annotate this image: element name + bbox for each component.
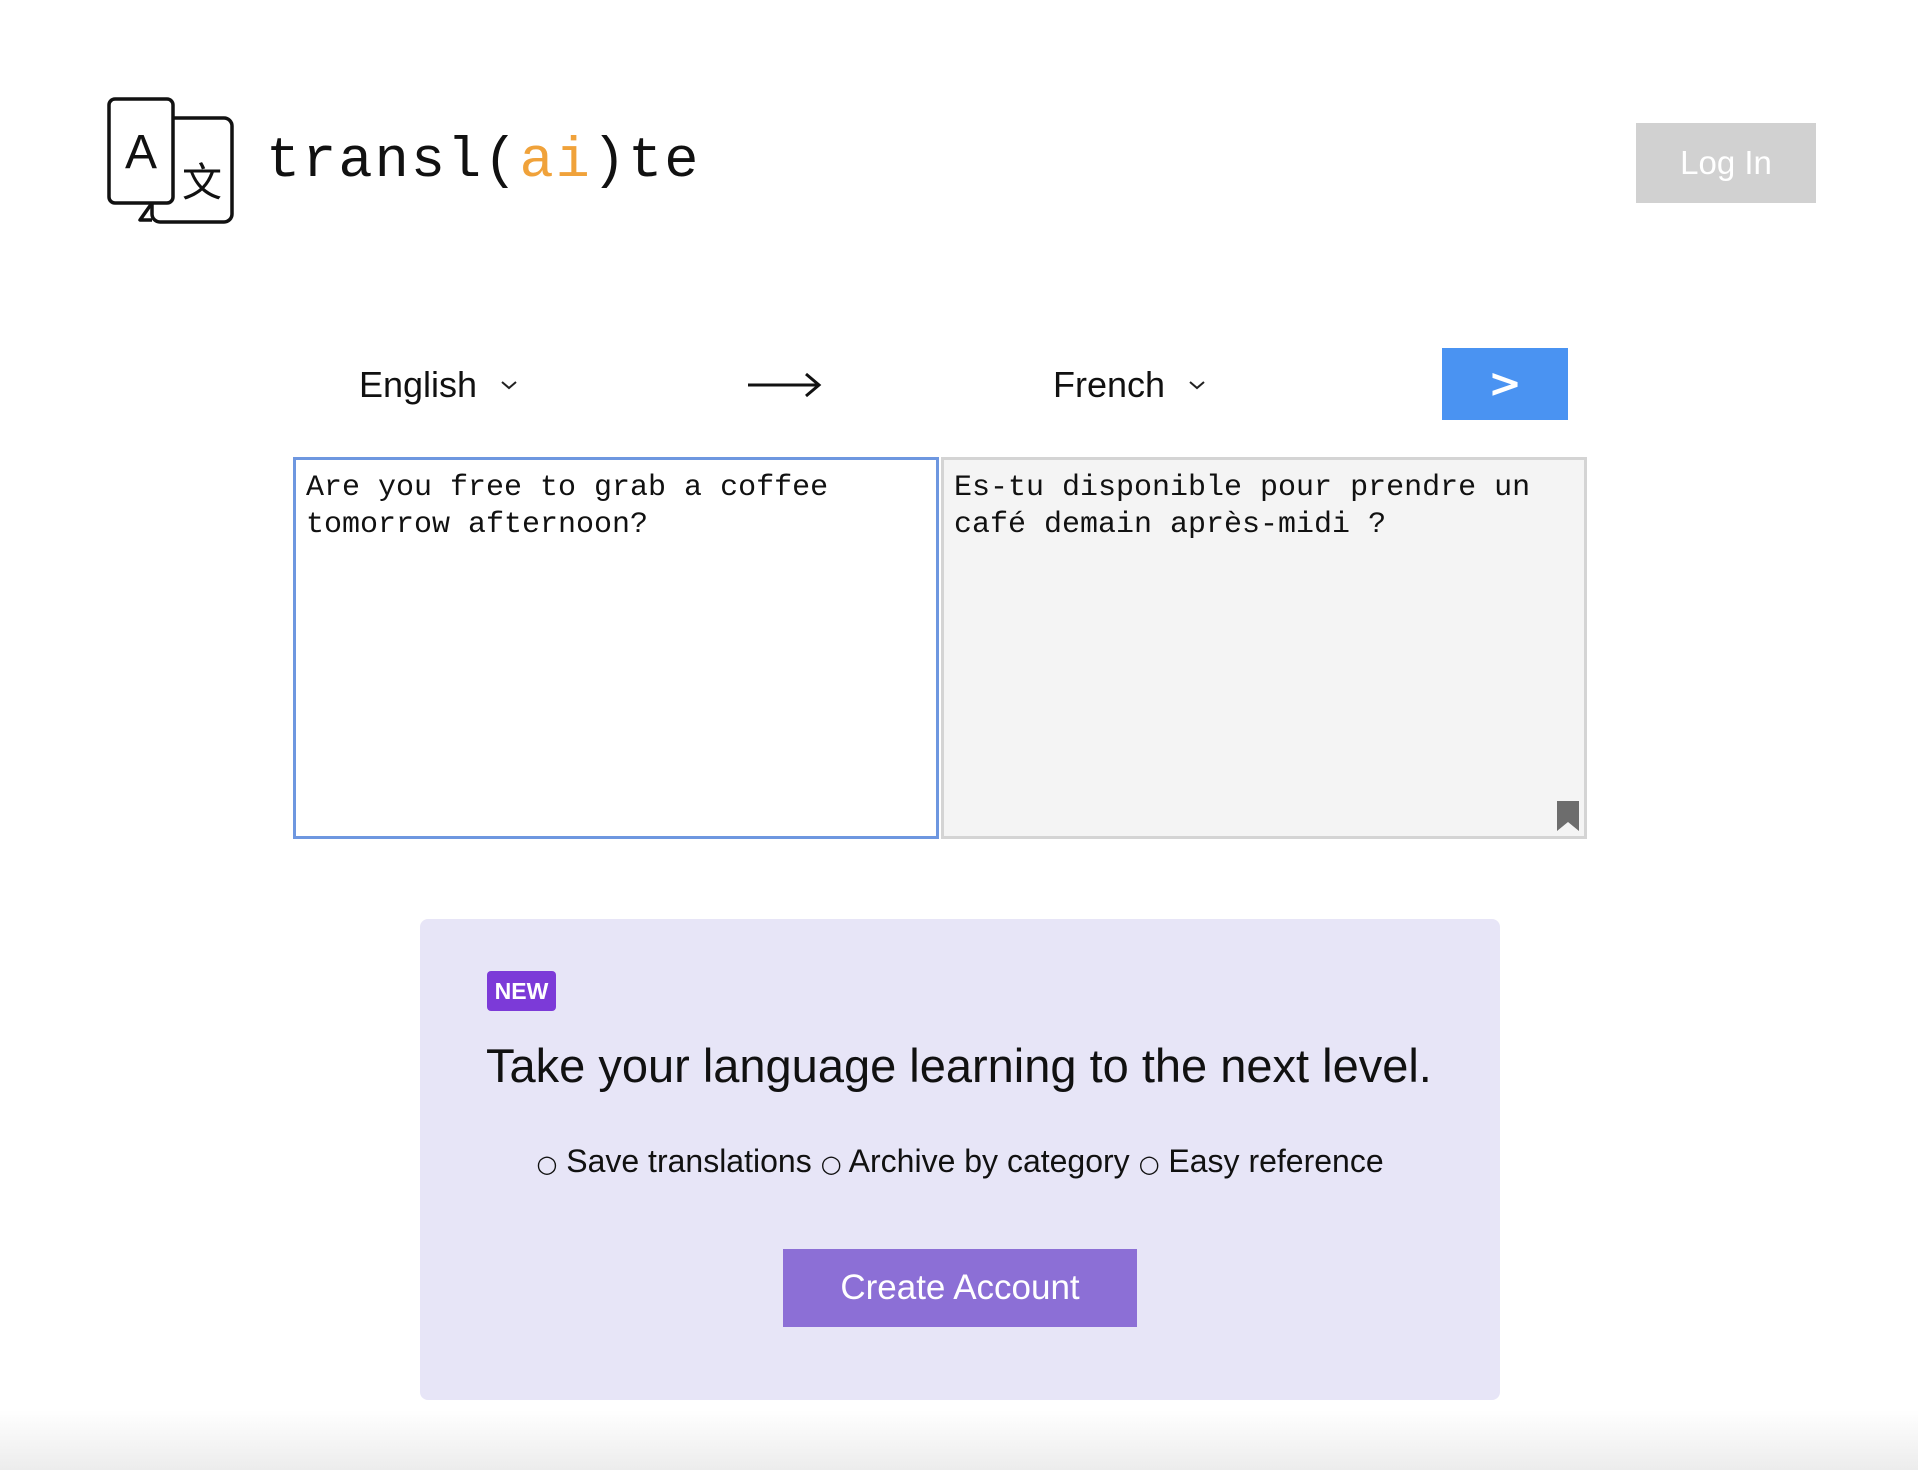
target-language-label: French [1053,364,1166,405]
translate-logo-icon: A 文 [107,97,234,224]
login-button[interactable]: Log In [1636,123,1816,203]
feature-item: Easy reference [1168,1143,1384,1179]
bookmark-icon[interactable] [1556,800,1580,832]
bullet-icon: ○ [1138,1150,1160,1178]
brand-prefix: transl( [266,130,520,194]
page-bottom-fade [0,1410,1918,1470]
bullet-icon: ○ [820,1150,842,1178]
brand-suffix: )te [591,130,701,194]
chevron-down-icon [1189,381,1205,390]
translation-output: Es-tu disponible pour prendre un café de… [941,457,1587,839]
brand-wordmark: transl(ai)te [266,128,701,196]
create-account-button[interactable]: Create Account [783,1249,1137,1327]
logo-cjk-glyph: 文 [182,160,222,206]
source-language-label: English [359,364,478,405]
brand-ai: ai [519,130,592,194]
target-language-select[interactable]: French [1053,360,1207,410]
translate-button[interactable]: > [1442,348,1568,420]
arrow-right-icon [748,372,822,398]
source-text-input[interactable] [293,457,939,839]
bullet-icon: ○ [536,1150,558,1178]
feature-list: ○ Save translations ○ Archive by categor… [420,1141,1500,1184]
chevron-down-icon [501,381,517,390]
promo-card: NEW Take your language learning to the n… [420,919,1500,1400]
feature-item: Archive by category [848,1143,1130,1179]
promo-title: Take your language learning to the next … [486,1039,1432,1092]
logo-latin-glyph: A [125,126,157,179]
new-badge: NEW [487,971,556,1011]
source-language-select[interactable]: English [359,360,519,410]
feature-item: Save translations [566,1143,812,1179]
